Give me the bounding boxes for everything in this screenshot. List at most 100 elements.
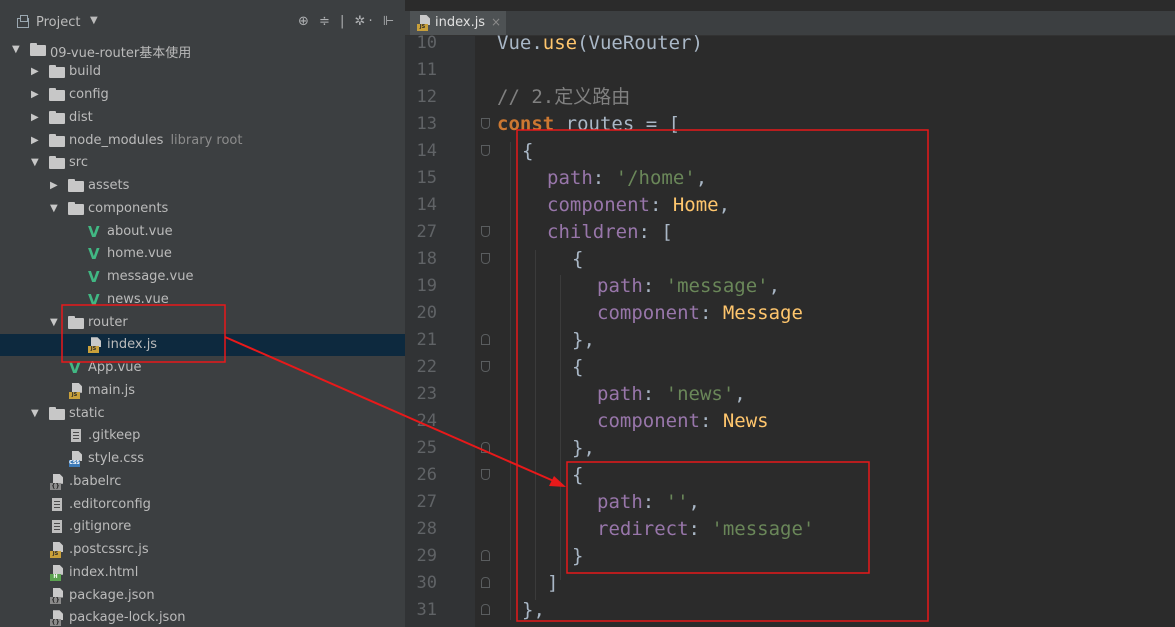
code-line[interactable]: 19 path: 'message', xyxy=(405,273,1175,300)
code-line[interactable]: 31}, xyxy=(405,597,1175,624)
tree-item[interactable]: .gitignore xyxy=(0,516,405,538)
tree-item[interactable]: JS main.js xyxy=(0,380,405,402)
code-editor[interactable]: JS index.js × 10 Vue.use(VueRouter) 11 12//… xyxy=(405,0,1175,627)
tree-item[interactable]: Hindex.html xyxy=(0,562,405,584)
tree-item[interactable]: Vabout.vue xyxy=(0,221,405,243)
project-title[interactable]: Project xyxy=(36,15,80,30)
code-text: { xyxy=(572,463,584,486)
tree-item-label: index.html xyxy=(69,564,139,580)
fold-marker-icon[interactable] xyxy=(481,441,490,453)
tree-item-label: dist xyxy=(69,109,93,125)
tree-item[interactable]: ▼ router xyxy=(0,312,405,334)
tree-item[interactable]: ▶ node_modules library root xyxy=(0,130,405,152)
collapse-arrow-icon[interactable]: ▶ xyxy=(31,89,43,100)
code-line[interactable]: 28 redirect: 'message' xyxy=(405,516,1175,543)
line-number: 31 xyxy=(416,599,437,620)
code-text: path: '/home', xyxy=(547,166,708,189)
code-line[interactable]: 21}, xyxy=(405,327,1175,354)
code-line[interactable]: 27 children: [ xyxy=(405,219,1175,246)
code-text: }, xyxy=(522,598,545,621)
collapse-arrow-icon[interactable]: ▶ xyxy=(31,112,43,123)
tree-item-label: config xyxy=(69,87,109,102)
tree-item-label: router xyxy=(88,314,128,330)
tree-item[interactable]: Vmessage.vue xyxy=(0,266,405,288)
code-line[interactable]: 13 const routes = [ xyxy=(405,111,1175,138)
code-line[interactable]: 14 { xyxy=(405,138,1175,165)
tree-item-label: .gitkeep xyxy=(88,428,141,444)
close-icon[interactable]: × xyxy=(491,15,501,29)
code-line[interactable]: 23 path: 'news', xyxy=(405,381,1175,408)
fold-marker-icon[interactable] xyxy=(481,360,490,372)
tree-item[interactable]: JS .postcssrc.js xyxy=(0,539,405,561)
tree-item[interactable]: ▶ config xyxy=(0,84,405,106)
folder-icon xyxy=(49,110,65,124)
indent-guide xyxy=(560,275,561,580)
code-line[interactable]: 22 { xyxy=(405,354,1175,381)
fold-marker-icon[interactable] xyxy=(481,144,490,156)
code-line[interactable]: 12 // 2.定义路由 xyxy=(405,84,1175,111)
code-text: redirect: 'message' xyxy=(597,517,815,540)
code-line[interactable]: 18 { xyxy=(405,246,1175,273)
tree-item[interactable]: .gitkeep xyxy=(0,425,405,447)
code-text: { xyxy=(572,247,584,270)
fold-marker-icon[interactable] xyxy=(481,117,490,129)
chevron-down-icon[interactable]: ▼ xyxy=(90,15,98,26)
tree-item[interactable]: V App.vue xyxy=(0,357,405,379)
expand-arrow-icon[interactable]: ▼ xyxy=(31,157,43,168)
tree-item[interactable]: ▶ dist xyxy=(0,107,405,129)
code-line[interactable]: 29} xyxy=(405,543,1175,570)
tree-item[interactable]: .editorconfig xyxy=(0,494,405,516)
line-number: 27 xyxy=(416,491,437,512)
tree-item[interactable]: ▼ 09-vue-router基本使用 xyxy=(0,39,405,61)
line-number: 12 xyxy=(416,86,437,107)
collapse-arrow-icon[interactable]: ▶ xyxy=(31,135,43,146)
code-line[interactable]: 30] xyxy=(405,570,1175,597)
fold-marker-icon[interactable] xyxy=(481,225,490,237)
tree-item-label: assets xyxy=(88,178,130,193)
expand-arrow-icon[interactable]: ▼ xyxy=(50,203,62,214)
code-line[interactable]: 15 path: '/home', xyxy=(405,165,1175,192)
tree-item[interactable]: {} package.json xyxy=(0,585,405,607)
tree-item[interactable]: ▶ assets xyxy=(0,175,405,197)
code-line[interactable]: 11 xyxy=(405,57,1175,84)
fold-marker-icon[interactable] xyxy=(481,252,490,264)
code-line[interactable]: 14 component: Home, xyxy=(405,192,1175,219)
line-number: 10 xyxy=(416,32,437,53)
tree-item-label: .editorconfig xyxy=(69,496,151,512)
code-line[interactable]: 25}, xyxy=(405,435,1175,462)
tree-item[interactable]: ▼ static xyxy=(0,403,405,425)
collapse-arrow-icon[interactable]: ▶ xyxy=(31,66,43,77)
code-line[interactable]: 24 component: News xyxy=(405,408,1175,435)
code-text: const routes = [ xyxy=(497,112,681,135)
json-file-icon: {} xyxy=(50,587,64,604)
tree-item[interactable]: Vnews.vue xyxy=(0,289,405,311)
fold-marker-icon[interactable] xyxy=(481,549,490,561)
tree-item[interactable]: {} .babelrc xyxy=(0,471,405,493)
project-toolbar-icons[interactable]: ⊕ ≑ | ✲· ⊩ xyxy=(298,14,397,29)
expand-arrow-icon[interactable]: ▼ xyxy=(12,44,24,55)
code-line[interactable]: 20 component: Message xyxy=(405,300,1175,327)
code-line[interactable]: 26 { xyxy=(405,462,1175,489)
tree-item[interactable]: CSS style.css xyxy=(0,448,405,470)
tree-item[interactable]: ▼ src xyxy=(0,152,405,174)
js-file-icon: JS xyxy=(69,382,83,399)
tree-item[interactable]: {} package-lock.json xyxy=(0,607,405,627)
tree-item-label: package.json xyxy=(69,587,155,603)
expand-arrow-icon[interactable]: ▼ xyxy=(31,408,43,419)
tree-item-label: components xyxy=(88,200,169,216)
line-number: 28 xyxy=(416,518,437,539)
tree-item[interactable]: JS index.js xyxy=(0,334,405,357)
fold-marker-icon[interactable] xyxy=(481,468,490,480)
tree-item[interactable]: ▼ components xyxy=(0,198,405,220)
fold-marker-icon[interactable] xyxy=(481,333,490,345)
expand-arrow-icon[interactable]: ▼ xyxy=(50,317,62,328)
code-line[interactable]: 27 path: '', xyxy=(405,489,1175,516)
tree-item[interactable]: Vhome.vue xyxy=(0,243,405,265)
tree-item-label: style.css xyxy=(88,451,144,466)
tree-item[interactable]: ▶ build xyxy=(0,61,405,83)
code-line[interactable]: 10 Vue.use(VueRouter) xyxy=(405,30,1175,57)
collapse-arrow-icon[interactable]: ▶ xyxy=(50,180,62,191)
fold-marker-icon[interactable] xyxy=(481,603,490,615)
folder-icon xyxy=(49,88,65,101)
fold-marker-icon[interactable] xyxy=(481,576,490,588)
